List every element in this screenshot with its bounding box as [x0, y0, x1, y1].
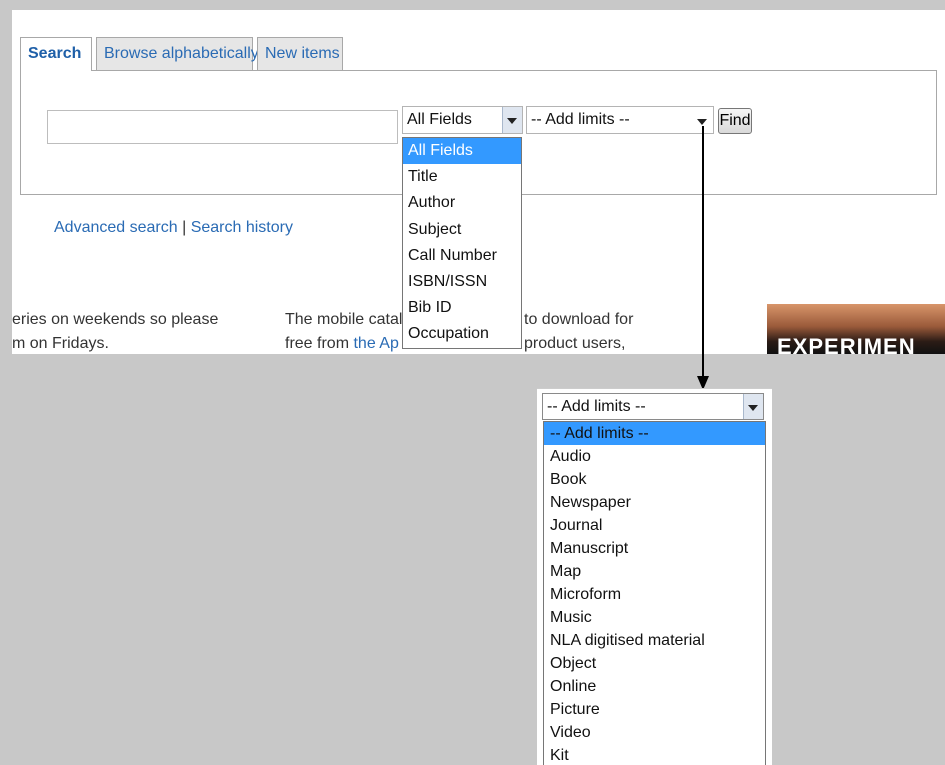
- notice-line: m on Fridays.: [12, 335, 109, 352]
- limits-dropdown-screenshot: -- Add limits -- -- Add limits -- Audio …: [537, 388, 772, 765]
- limit-option-kit[interactable]: Kit: [544, 744, 765, 765]
- search-input[interactable]: [47, 110, 398, 144]
- limit-option-picture[interactable]: Picture: [544, 698, 765, 721]
- limit-option-online[interactable]: Online: [544, 675, 765, 698]
- limit-option-newspaper[interactable]: Newspaper: [544, 491, 765, 514]
- promo-banner[interactable]: EXPERIMEN: [767, 304, 945, 354]
- search-history-link[interactable]: Search history: [191, 219, 293, 236]
- limits-dropdown-list: -- Add limits -- Audio Book Newspaper Jo…: [543, 421, 766, 765]
- field-option-bib-id[interactable]: Bib ID: [403, 295, 521, 321]
- limits-select[interactable]: -- Add limits --: [526, 106, 714, 134]
- find-button[interactable]: Find: [718, 108, 752, 134]
- download-line: to download for: [524, 311, 634, 328]
- search-links: Advanced search | Search history: [54, 219, 293, 237]
- field-option-call-number[interactable]: Call Number: [403, 243, 521, 269]
- field-select-button[interactable]: [502, 107, 522, 133]
- link-separator: |: [177, 219, 191, 236]
- notice-line: eries on weekends so please: [12, 311, 219, 328]
- limit-option-music[interactable]: Music: [544, 606, 765, 629]
- callout-line: [702, 126, 704, 376]
- field-option-isbn-issn[interactable]: ISBN/ISSN: [403, 269, 521, 295]
- field-dropdown-list: All Fields Title Author Subject Call Num…: [402, 137, 522, 349]
- download-line: product users,: [524, 335, 626, 352]
- limits-select-value: -- Add limits --: [531, 111, 630, 128]
- limits-select-button[interactable]: [743, 394, 763, 419]
- limit-option-journal[interactable]: Journal: [544, 514, 765, 537]
- chevron-down-icon: [507, 118, 517, 124]
- limit-option-object[interactable]: Object: [544, 652, 765, 675]
- search-screenshot: Search Browse alphabetically New items A…: [12, 10, 945, 354]
- mobile-line-prefix: free from: [285, 335, 354, 352]
- field-option-author[interactable]: Author: [403, 190, 521, 216]
- field-select[interactable]: All Fields: [402, 106, 523, 134]
- limit-option-book[interactable]: Book: [544, 468, 765, 491]
- app-store-link[interactable]: the Ap: [353, 335, 398, 352]
- field-option-title[interactable]: Title: [403, 164, 521, 190]
- field-option-all-fields[interactable]: All Fields: [403, 138, 521, 165]
- limit-option-nla-digitised-material[interactable]: NLA digitised material: [544, 629, 765, 652]
- limit-option-map[interactable]: Map: [544, 560, 765, 583]
- download-text: to download for product users,: [524, 308, 633, 354]
- chevron-down-icon: [748, 405, 758, 411]
- limits-select-expanded[interactable]: -- Add limits --: [542, 393, 764, 420]
- limits-select-value: -- Add limits --: [547, 398, 646, 415]
- banner-text: EXPERIMEN: [777, 334, 916, 354]
- tab-browse-alphabetically[interactable]: Browse alphabetically: [96, 37, 259, 70]
- limit-option-video[interactable]: Video: [544, 721, 765, 744]
- advanced-search-link[interactable]: Advanced search: [54, 219, 178, 236]
- mobile-line: The mobile catal: [285, 311, 403, 328]
- limit-option-add-limits[interactable]: -- Add limits --: [544, 422, 765, 445]
- limit-option-manuscript[interactable]: Manuscript: [544, 537, 765, 560]
- chevron-down-icon: [697, 119, 707, 125]
- limit-option-audio[interactable]: Audio: [544, 445, 765, 468]
- mobile-catalogue-text: The mobile catal free from the Ap: [285, 308, 402, 354]
- field-option-occupation[interactable]: Occupation: [403, 321, 521, 347]
- limit-option-microform[interactable]: Microform: [544, 583, 765, 606]
- tab-search[interactable]: Search: [20, 37, 92, 71]
- field-select-value: All Fields: [407, 111, 472, 128]
- notice-text: eries on weekends so please m on Fridays…: [12, 308, 218, 354]
- tab-new-items[interactable]: New items: [257, 37, 343, 70]
- field-option-subject[interactable]: Subject: [403, 217, 521, 243]
